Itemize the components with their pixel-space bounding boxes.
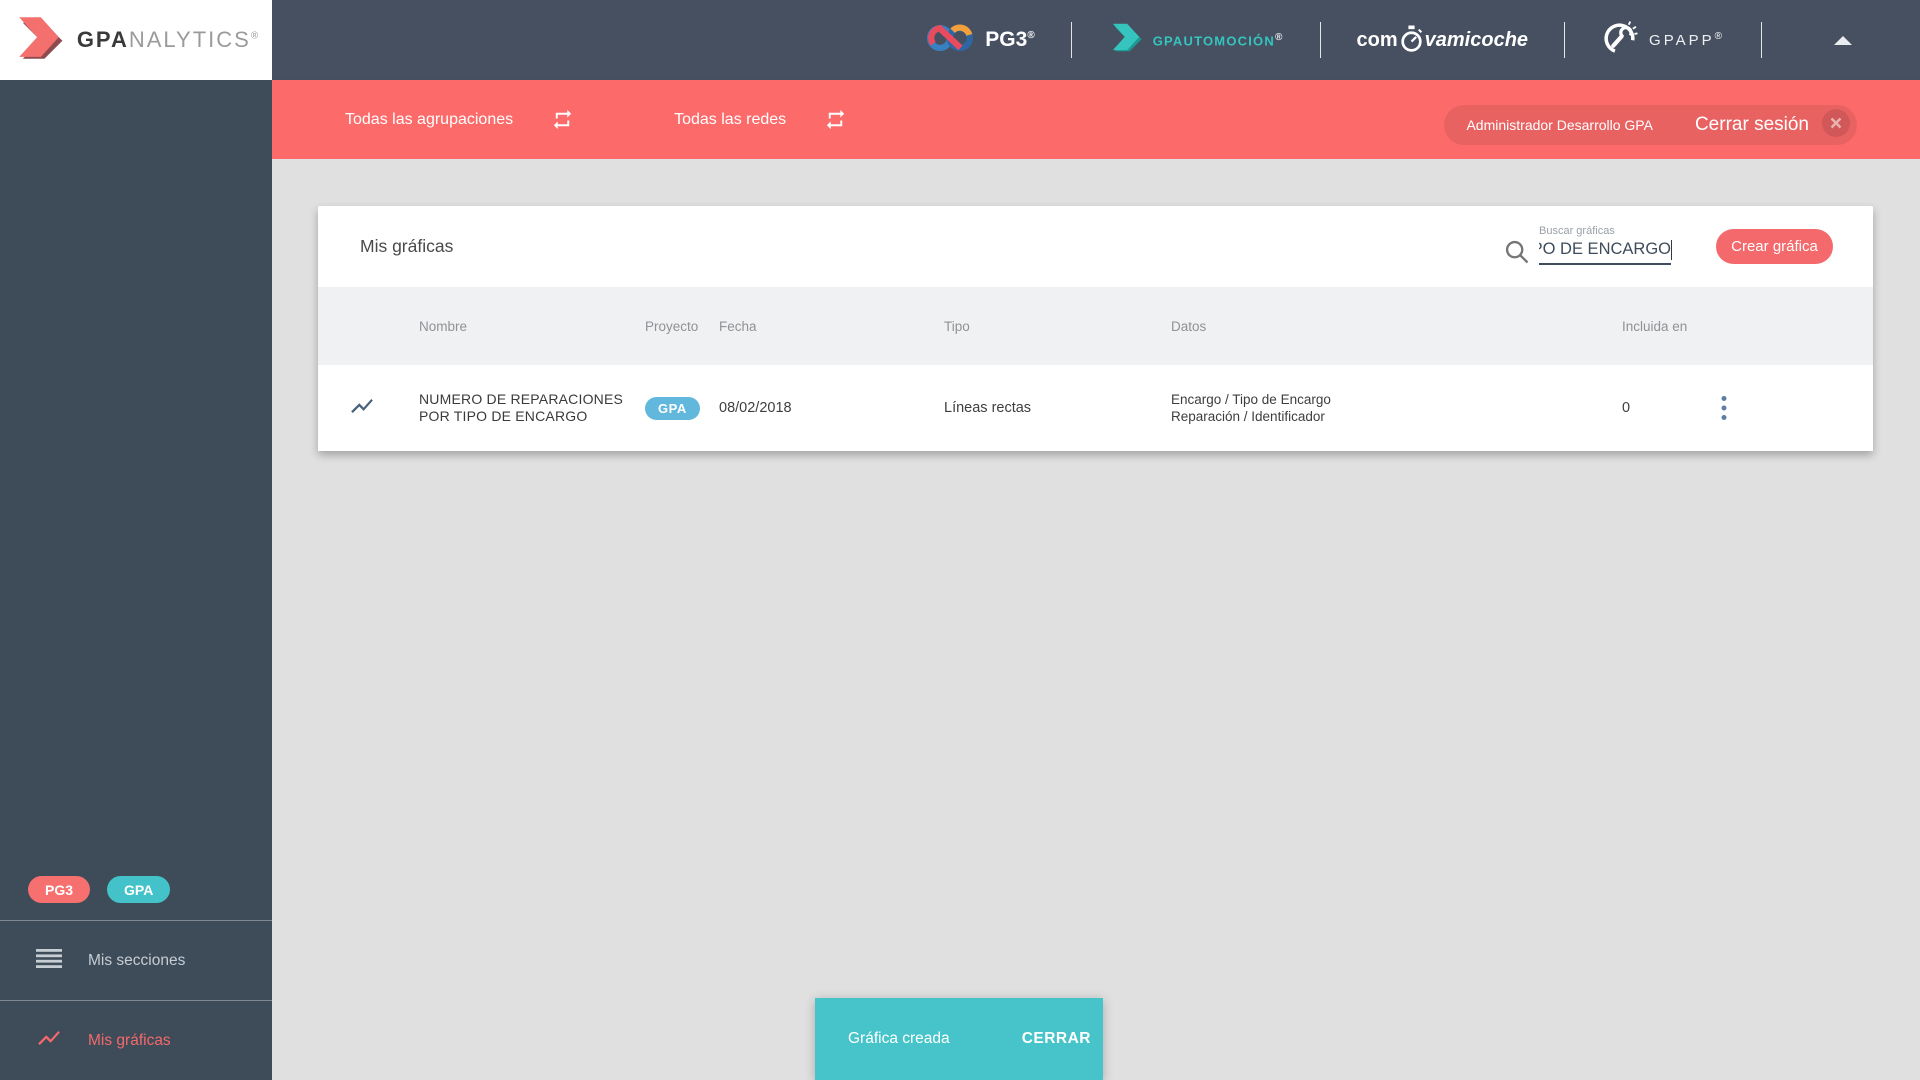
type-cell: Líneas rectas xyxy=(944,400,1032,416)
gpautomocion-logo[interactable]: GPAUTOMOCIÓN® xyxy=(1108,21,1284,59)
sidebar-item-mis-graficas[interactable]: Mis gráficas xyxy=(0,1000,272,1080)
agrupaciones-filter-label: Todas las agrupaciones xyxy=(345,110,514,128)
column-fecha: Fecha xyxy=(719,318,757,334)
project-badge: GPA xyxy=(645,396,700,420)
redes-filter[interactable]: Todas las redes xyxy=(674,108,847,131)
gpapp-logo[interactable]: GPAPP® xyxy=(1601,19,1725,61)
sidebar-item-label: Mis secciones xyxy=(88,951,186,969)
chevron-up-icon xyxy=(1834,35,1852,45)
row-menu-button[interactable] xyxy=(1717,391,1731,425)
column-datos: Datos xyxy=(1171,318,1207,334)
divider xyxy=(1319,22,1321,58)
search-icon xyxy=(1505,240,1529,263)
pg3-infinity-icon xyxy=(926,21,974,60)
line-chart-icon xyxy=(351,398,373,414)
graph-name: NUMERO DE REPARACIONES POR TIPO DE ENCAR… xyxy=(419,391,624,424)
app-header: GPANALYTICS® PG3® GPAUTOMOCIÓN® com vami… xyxy=(0,0,1920,80)
toast-close-button[interactable]: CERRAR xyxy=(1022,1030,1091,1048)
search-input-label: Buscar gráficas xyxy=(1539,224,1615,237)
divider xyxy=(1761,22,1762,58)
gpapp-label: GPAPP® xyxy=(1649,31,1725,49)
automocion-arrow-icon xyxy=(1108,21,1144,59)
pg3-badge: PG3 xyxy=(28,876,91,903)
create-graph-button[interactable]: Crear gráfica xyxy=(1716,229,1833,264)
gpa-badge: GPA xyxy=(107,876,171,903)
search-area: Buscar gráficas TIPO DE ENCARGO Crear gr… xyxy=(1503,224,1873,267)
user-session-pill: Administrador Desarrollo GPA Cerrar sesi… xyxy=(1444,105,1857,145)
sections-list-icon xyxy=(36,948,62,973)
stopwatch-icon xyxy=(1398,23,1425,58)
column-incluida-en: Incluida en xyxy=(1622,318,1688,334)
search-input[interactable]: Buscar gráficas TIPO DE ENCARGO xyxy=(1539,224,1672,265)
table-header: Nombre Proyecto Fecha Tipo Datos Incluid… xyxy=(318,287,1873,365)
search-button[interactable] xyxy=(1503,238,1531,266)
divider xyxy=(1564,22,1566,58)
project-cell: GPA xyxy=(645,396,719,420)
logout-button[interactable]: Cerrar sesión xyxy=(1695,114,1809,136)
comprova-text-pre: com xyxy=(1356,28,1398,51)
agrupaciones-filter[interactable]: Todas las agrupaciones xyxy=(345,108,574,131)
collapse-header-button[interactable] xyxy=(1828,30,1858,51)
sidebar: PG3 GPA Mis secciones Mis gráficas xyxy=(0,80,272,1080)
pg3-label: PG3® xyxy=(985,28,1035,51)
gpa-arrow-icon xyxy=(12,13,66,68)
swap-redes-button[interactable] xyxy=(824,108,847,131)
toast-notification: Gráfica creada CERRAR xyxy=(815,998,1103,1080)
pg3-logo[interactable]: PG3® xyxy=(926,21,1035,60)
date-cell: 08/02/2018 xyxy=(719,400,792,416)
partner-logos: PG3® GPAUTOMOCIÓN® com vamicoche GPAPP® xyxy=(926,0,1920,80)
column-nombre: Nombre xyxy=(419,318,468,334)
graphs-card: Mis gráficas Buscar gráficas TIPO DE ENC… xyxy=(318,206,1873,451)
table-row[interactable]: NUMERO DE REPARACIONES POR TIPO DE ENCAR… xyxy=(318,365,1873,451)
automocion-label: GPAUTOMOCIÓN® xyxy=(1152,31,1284,49)
filter-bar: Todas las agrupaciones Todas las redes A… xyxy=(272,80,1920,159)
kebab-menu-icon xyxy=(1721,396,1727,420)
column-tipo: Tipo xyxy=(944,318,970,334)
column-proyecto: Proyecto xyxy=(645,318,699,334)
sidebar-item-label: Mis gráficas xyxy=(88,1031,171,1049)
main-content: Mis gráficas Buscar gráficas TIPO DE ENC… xyxy=(272,159,1920,1080)
toast-message: Gráfica creada xyxy=(848,1030,950,1047)
search-input-value: TIPO DE ENCARGO xyxy=(1539,239,1671,258)
line-chart-icon xyxy=(36,1025,62,1056)
repeat-icon xyxy=(553,109,572,130)
data-cell: Encargo / Tipo de Encargo Reparación / I… xyxy=(1171,392,1331,424)
sidebar-item-mis-secciones[interactable]: Mis secciones xyxy=(0,920,272,1000)
comprovamicoche-logo[interactable]: com vamicoche xyxy=(1356,23,1529,58)
swap-agrupaciones-button[interactable] xyxy=(551,108,574,131)
page-title: Mis gráficas xyxy=(360,236,454,256)
comprova-text-post: vamicoche xyxy=(1424,28,1529,51)
wrench-circle-icon xyxy=(1601,19,1638,61)
repeat-icon xyxy=(827,109,845,130)
included-in-cell: 0 xyxy=(1622,400,1631,416)
brand-name: GPANALYTICS® xyxy=(76,27,261,52)
row-menu-cell xyxy=(1683,391,1873,425)
row-type-icon-cell xyxy=(318,393,419,423)
text-cursor xyxy=(1670,239,1672,260)
divider xyxy=(1070,22,1072,58)
sidebar-badges: PG3 GPA xyxy=(0,876,272,920)
card-header: Mis gráficas Buscar gráficas TIPO DE ENC… xyxy=(318,206,1873,287)
logged-user-name: Administrador Desarrollo GPA xyxy=(1466,117,1653,133)
brand-logo[interactable]: GPANALYTICS® xyxy=(0,0,272,80)
close-session-icon[interactable] xyxy=(1822,108,1850,142)
redes-filter-label: Todas las redes xyxy=(674,110,787,128)
